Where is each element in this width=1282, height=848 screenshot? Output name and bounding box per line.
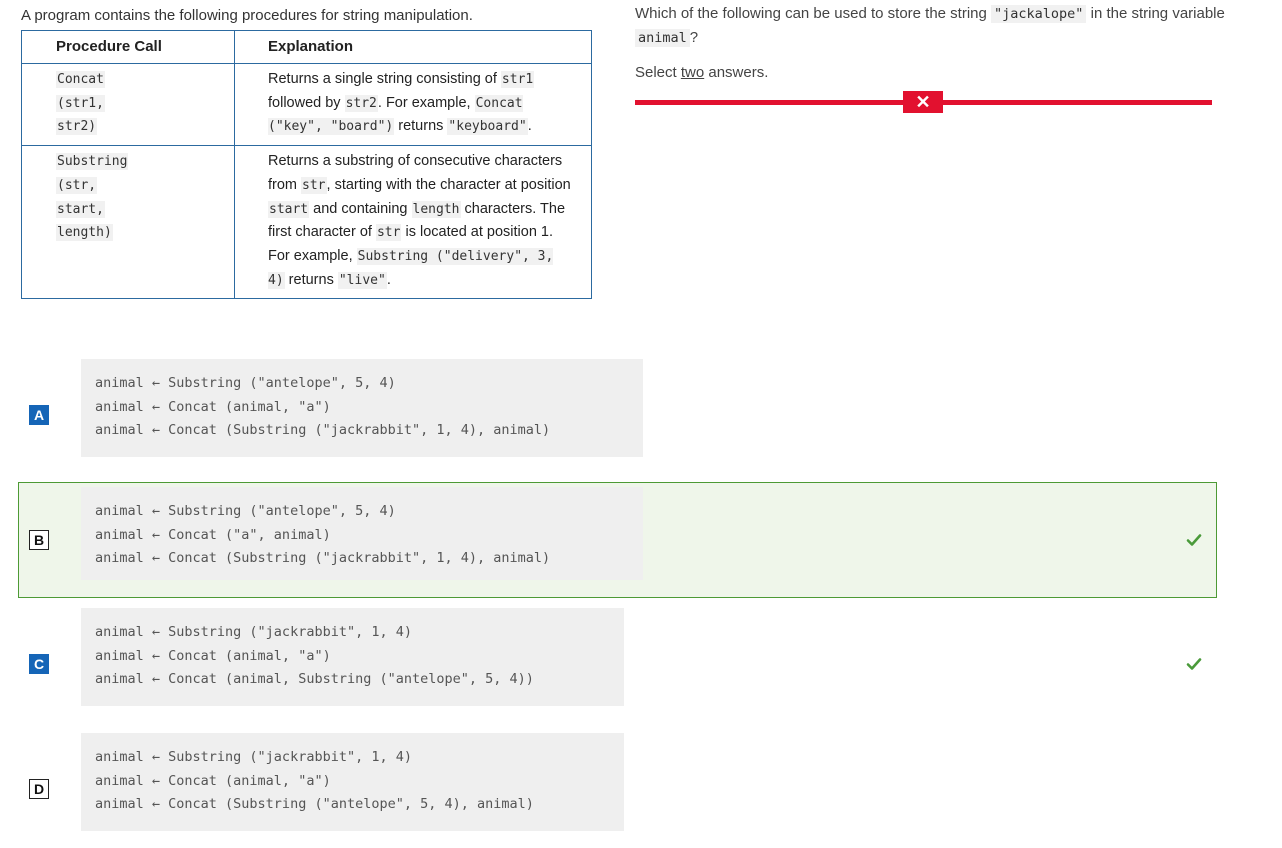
- option-letter-b: B: [29, 530, 49, 550]
- table-row: Concat (str1, str2) Returns a single str…: [21, 62, 592, 147]
- table-header-procedure: Procedure Call: [21, 30, 235, 64]
- procedure-call-substring: Substring (str, start, length): [21, 145, 235, 300]
- explanation-substring: Returns a substring of consecutive chara…: [234, 145, 592, 300]
- code-block: animal ← Substring ("jackrabbit", 1, 4) …: [81, 608, 624, 706]
- code-block: animal ← Substring ("antelope", 5, 4) an…: [81, 487, 643, 580]
- code-block: animal ← Substring ("antelope", 5, 4) an…: [81, 359, 643, 457]
- close-icon: ✕: [903, 91, 943, 113]
- table-row: Substring (str, start, length) Returns a…: [21, 145, 592, 300]
- procedure-call-concat: Concat (str1, str2): [21, 62, 235, 147]
- question-stem: Which of the following can be used to st…: [635, 5, 1225, 47]
- answer-option-c[interactable]: C animal ← Substring ("jackrabbit", 1, 4…: [18, 608, 1217, 706]
- explanation-concat: Returns a single string consisting of st…: [234, 62, 592, 147]
- select-instructions: Select two answers.: [635, 64, 769, 81]
- procedure-table: Procedure Call Explanation Concat (str1,…: [21, 30, 592, 300]
- option-letter-c: C: [29, 654, 49, 674]
- option-letter-a: A: [29, 405, 49, 425]
- table-header-explanation: Explanation: [234, 30, 592, 64]
- stimulus-intro: A program contains the following procedu…: [21, 7, 473, 24]
- answer-option-b[interactable]: B animal ← Substring ("antelope", 5, 4) …: [18, 482, 1217, 598]
- check-icon: [1186, 534, 1202, 546]
- code-block: animal ← Substring ("jackrabbit", 1, 4) …: [81, 733, 624, 831]
- check-icon: [1186, 658, 1202, 670]
- answer-option-a[interactable]: A animal ← Substring ("antelope", 5, 4) …: [18, 359, 1217, 457]
- option-letter-d: D: [29, 779, 49, 799]
- answer-option-d[interactable]: D animal ← Substring ("jackrabbit", 1, 4…: [18, 733, 1217, 831]
